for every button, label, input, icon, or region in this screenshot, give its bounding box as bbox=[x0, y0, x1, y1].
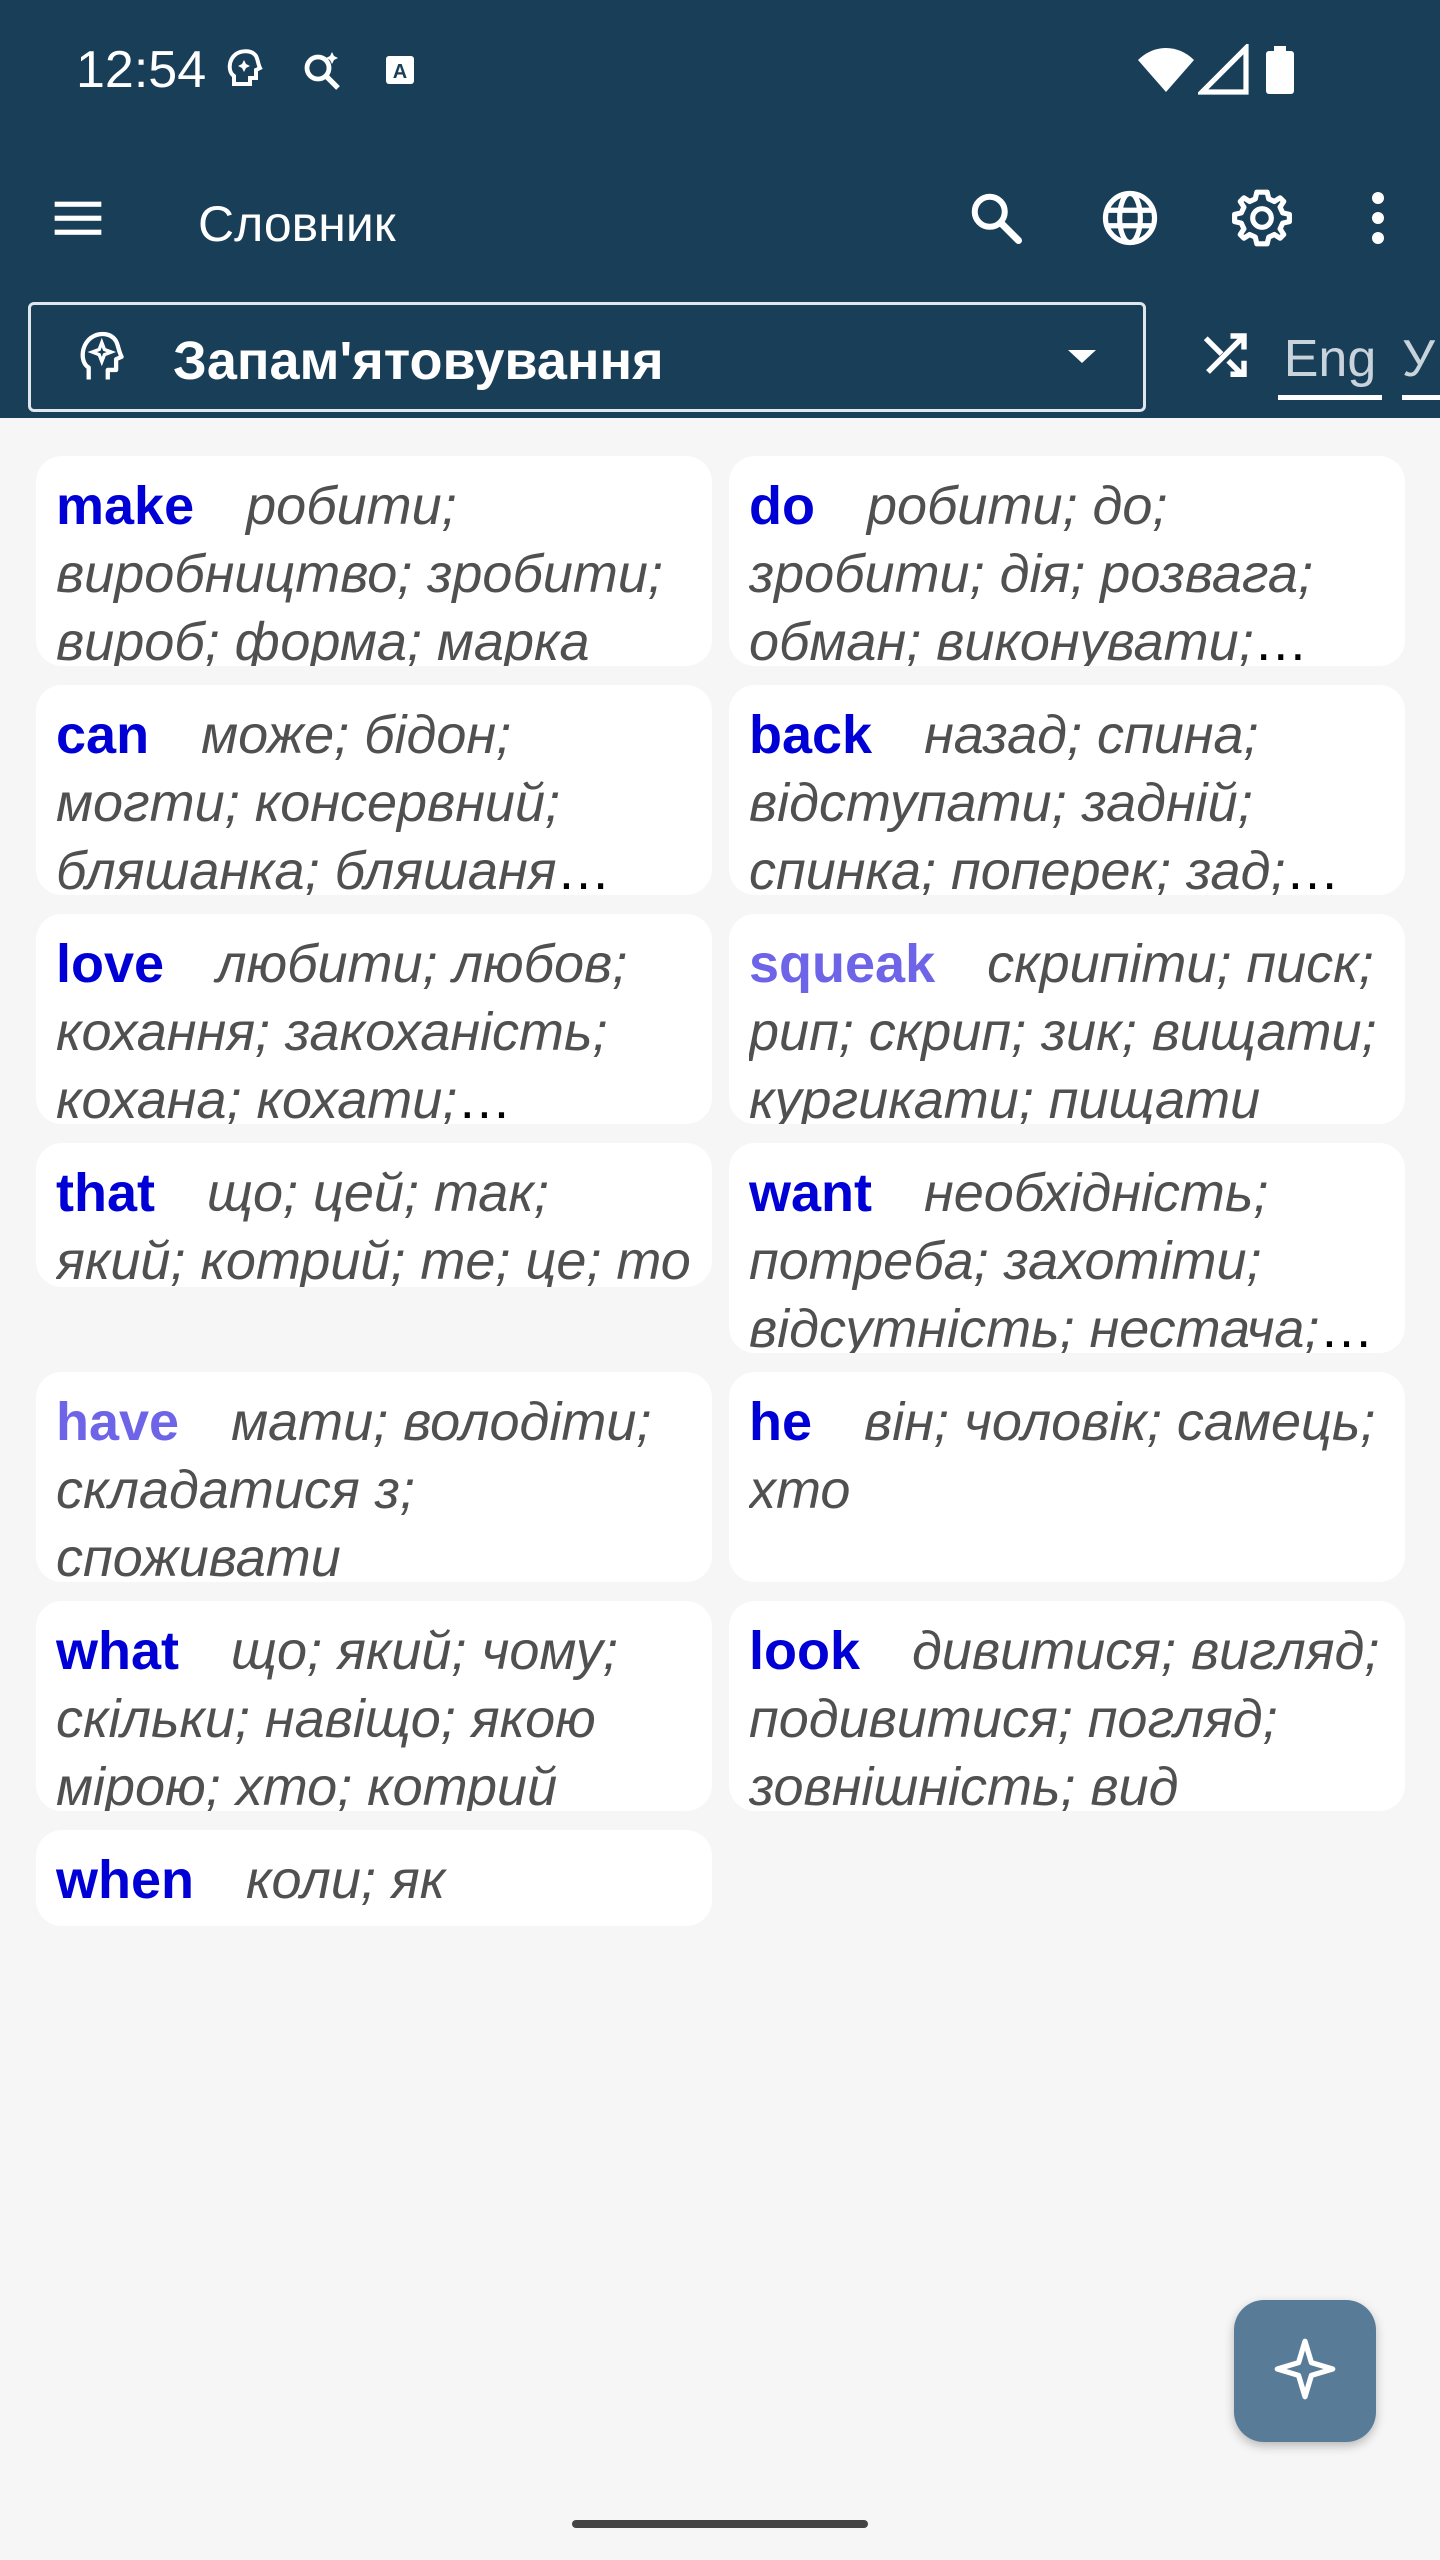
language-tabs: Eng У bbox=[1278, 320, 1440, 400]
word-label: have bbox=[56, 1392, 180, 1452]
translate-a-icon: A bbox=[376, 44, 424, 96]
word-card[interactable]: look дивитися; вигляд; подивитися; погляд… bbox=[729, 1601, 1405, 1811]
tab-next-language[interactable]: У bbox=[1402, 320, 1440, 400]
word-card[interactable]: love любити; любов; кохання; закоханість;… bbox=[36, 914, 712, 1124]
word-card[interactable]: that що; цей; так; який; котрий; те; це; … bbox=[36, 1143, 712, 1287]
word-label: back bbox=[749, 705, 873, 765]
settings-button[interactable] bbox=[1218, 176, 1306, 264]
word-card[interactable]: back назад; спина; відступати; задній; сп… bbox=[729, 685, 1405, 895]
word-label: that bbox=[56, 1163, 155, 1223]
dropdown-arrow-icon bbox=[1065, 347, 1099, 372]
word-card[interactable]: want необхідність; потреба; захотіти; від… bbox=[729, 1143, 1405, 1353]
word-card[interactable]: what що; який; чому; скільки; навіщо; яко… bbox=[36, 1601, 712, 1811]
battery-icon bbox=[1262, 44, 1298, 96]
brain-sparkle-icon bbox=[73, 327, 133, 394]
word-label: look bbox=[749, 1621, 861, 1681]
word-card[interactable]: do робити; до; зробити; дія; розвага; обм… bbox=[729, 456, 1405, 666]
svg-text:A: A bbox=[393, 61, 407, 83]
status-bar: 12:54 A bbox=[0, 0, 1440, 140]
search-sparkle-icon bbox=[298, 44, 346, 96]
word-card[interactable]: when коли; як bbox=[36, 1830, 712, 1926]
menu-icon bbox=[50, 190, 106, 251]
word-label: he bbox=[749, 1392, 813, 1452]
status-time: 12:54 bbox=[76, 41, 207, 99]
word-label: when bbox=[56, 1850, 195, 1910]
word-translation: він; чоловік; самець; хто bbox=[749, 1392, 1376, 1520]
search-button[interactable] bbox=[952, 176, 1040, 264]
search-icon bbox=[966, 188, 1026, 253]
more-options-button[interactable] bbox=[1334, 176, 1422, 264]
word-card[interactable]: he він; чоловік; самець; хто bbox=[729, 1372, 1405, 1582]
home-indicator[interactable] bbox=[572, 2520, 868, 2528]
tab-eng[interactable]: Eng bbox=[1278, 320, 1382, 400]
language-button[interactable] bbox=[1086, 176, 1174, 264]
globe-icon bbox=[1099, 187, 1161, 254]
word-translation: коли; як bbox=[246, 1850, 446, 1910]
shuffle-icon bbox=[1199, 327, 1253, 386]
word-translation: робити; до; зробити; дія; розвага; обман… bbox=[749, 476, 1313, 666]
mode-selected-label: Запам'ятовування bbox=[173, 331, 664, 391]
word-label: do bbox=[749, 476, 815, 536]
top-bar: 12:54 A Словник Запам'ятовування Eng У bbox=[0, 0, 1440, 418]
word-card[interactable]: squeak скрипіти; писк; рип; скрип; зик; в… bbox=[729, 914, 1405, 1124]
brain-notification-icon bbox=[222, 44, 270, 96]
signal-icon bbox=[1195, 41, 1250, 96]
word-label: want bbox=[749, 1163, 873, 1223]
sparkle-icon bbox=[1270, 2334, 1340, 2409]
word-label: love bbox=[56, 934, 165, 994]
word-label: make bbox=[56, 476, 195, 536]
sparkle-fab-button[interactable] bbox=[1234, 2300, 1376, 2442]
word-label: squeak bbox=[749, 934, 936, 994]
mode-selector-dropdown[interactable]: Запам'ятовування bbox=[28, 302, 1146, 412]
word-card[interactable]: can може; бідон; могти; консервний; бляша… bbox=[36, 685, 712, 895]
page-title: Словник bbox=[198, 196, 396, 252]
more-vert-icon bbox=[1368, 188, 1388, 253]
app-bar: Словник bbox=[0, 160, 1440, 280]
settings-icon bbox=[1231, 187, 1293, 254]
shuffle-button[interactable] bbox=[1186, 314, 1266, 398]
wifi-icon bbox=[1136, 44, 1196, 96]
word-card[interactable]: make робити; виробництво; зробити; вироб;… bbox=[36, 456, 712, 666]
word-card[interactable]: have мати; володіти; складатися з; спожив… bbox=[36, 1372, 712, 1582]
word-label: can bbox=[56, 705, 150, 765]
word-label: what bbox=[56, 1621, 180, 1681]
menu-button[interactable] bbox=[34, 176, 122, 264]
